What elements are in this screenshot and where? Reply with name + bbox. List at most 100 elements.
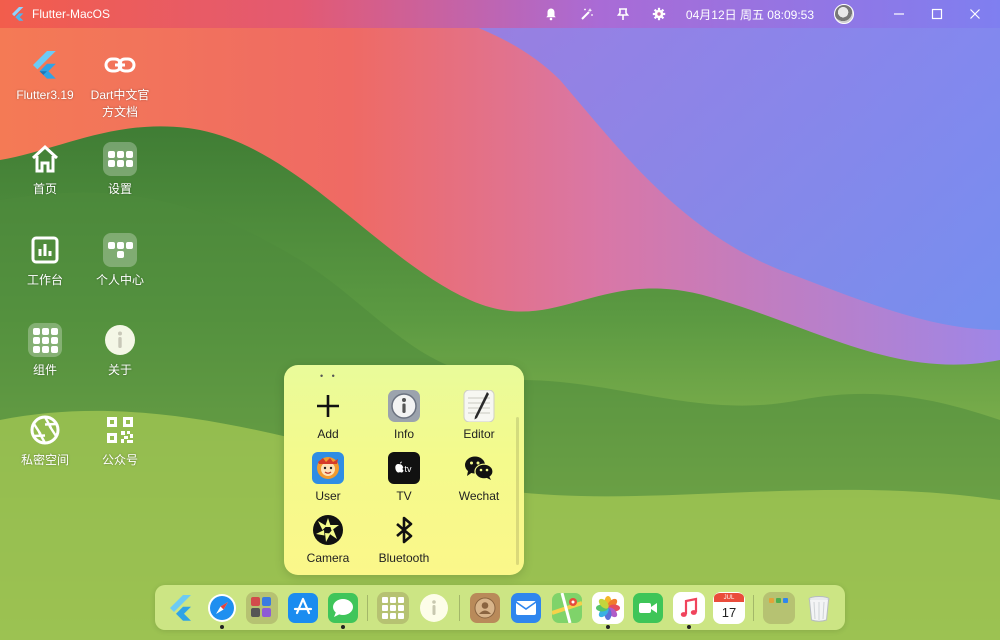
dock-item-apps-folder[interactable]: [246, 592, 278, 624]
drag-handle[interactable]: • •: [320, 371, 338, 381]
dock-item-flutter[interactable]: [165, 592, 197, 624]
dock-item-trash[interactable]: [803, 592, 835, 624]
minimize-icon[interactable]: [880, 0, 918, 28]
tools-folder-icon: [382, 597, 404, 619]
panel-item-tv[interactable]: tv TV: [366, 451, 442, 503]
running-indicator: [687, 625, 691, 629]
dock-separator: [459, 595, 460, 621]
dock-item-safari[interactable]: [206, 592, 238, 624]
desktop-item-label: 个人中心: [95, 273, 144, 287]
camera-aperture-icon: [311, 513, 345, 547]
desktop-item-home[interactable]: 首页: [7, 142, 83, 198]
desktop-item-settings[interactable]: 设置: [82, 142, 158, 198]
panel-item-add[interactable]: Add: [290, 389, 366, 441]
calendar-month: JUL: [723, 595, 735, 601]
editor-icon: [462, 389, 496, 423]
pin-icon[interactable]: [616, 7, 630, 21]
bell-icon[interactable]: [544, 7, 558, 21]
desktop-item-flutter[interactable]: Flutter3.19: [7, 48, 83, 104]
dock-item-messages[interactable]: [327, 592, 359, 624]
panel-item-bluetooth[interactable]: Bluetooth: [366, 513, 442, 565]
maps-icon: [552, 593, 582, 623]
panel-item-label: User: [315, 489, 341, 503]
desktop-item-official-account[interactable]: 公众号: [82, 413, 158, 469]
gear-icon[interactable]: [652, 7, 666, 21]
desktop-item-label: 组件: [32, 363, 57, 377]
desktop-item-label: 设置: [107, 182, 132, 196]
folder-icon: [769, 598, 788, 603]
info-icon: [103, 323, 137, 357]
panel-item-label: Camera: [306, 551, 350, 565]
home-icon: [28, 142, 62, 176]
contacts-icon: [470, 593, 500, 623]
dock-item-app-store[interactable]: [287, 592, 319, 624]
dock-item-tools-folder[interactable]: [377, 592, 409, 624]
maximize-icon[interactable]: [918, 0, 956, 28]
desktop-item-label: Dart中文官方文档: [90, 88, 150, 119]
dock-item-contacts[interactable]: [469, 592, 501, 624]
dock-item-facetime[interactable]: [632, 592, 664, 624]
desktop-item-workbench[interactable]: 工作台: [7, 233, 83, 289]
dock-item-photos[interactable]: [592, 592, 624, 624]
message-bubble-icon: [328, 593, 358, 623]
info-icon: [420, 594, 448, 622]
dock-item-maps[interactable]: [551, 592, 583, 624]
aperture-icon: [28, 413, 62, 447]
wechat-icon: [462, 451, 496, 485]
dock-separator: [367, 595, 368, 621]
datetime-display: 04月12日 周五 08:09:53: [685, 7, 814, 22]
flutter-logo-icon: [28, 48, 62, 82]
link-icon: [103, 48, 137, 82]
profile-folder-icon: [103, 233, 137, 267]
desktop-item-profile[interactable]: 个人中心: [82, 233, 158, 289]
app-store-icon: [288, 593, 318, 623]
panel-item-info[interactable]: Info: [366, 389, 442, 441]
mail-icon: [511, 593, 541, 623]
panel-item-camera[interactable]: Camera: [290, 513, 366, 565]
dock-item-downloads-folder[interactable]: [763, 592, 795, 624]
panel-item-label: Bluetooth: [378, 551, 430, 565]
dock-item-calendar[interactable]: JUL 17: [713, 592, 745, 624]
video-camera-icon: [633, 593, 663, 623]
desktop-item-label: 私密空间: [20, 453, 69, 467]
apple-tv-icon: tv: [387, 451, 421, 485]
desktop-item-about[interactable]: 关于: [82, 323, 158, 379]
panel-item-label: Editor: [463, 427, 495, 441]
chart-board-icon: [28, 233, 62, 267]
dock-item-music[interactable]: [673, 592, 705, 624]
close-icon[interactable]: [956, 0, 994, 28]
panel-item-wechat[interactable]: Wechat: [441, 451, 517, 503]
magic-wand-icon[interactable]: [580, 7, 594, 21]
desktop-item-private-space[interactable]: 私密空间: [7, 413, 83, 469]
desktop-item-label: Flutter3.19: [16, 88, 74, 102]
flutter-logo-icon: [10, 6, 26, 22]
running-indicator: [220, 625, 224, 629]
apps-folder-icon: [251, 597, 271, 617]
desktop-item-dart-docs[interactable]: Dart中文官方文档: [82, 48, 158, 121]
qr-code-icon: [103, 413, 137, 447]
compass-icon: [208, 594, 236, 622]
user-icon: [311, 451, 345, 485]
info-icon: [387, 389, 421, 423]
app-title: Flutter-MacOS: [32, 7, 111, 21]
dock-item-mail[interactable]: [510, 592, 542, 624]
dock-separator: [753, 595, 754, 621]
settings-folder-icon: [103, 142, 137, 176]
title-bar: Flutter-MacOS 04月12日 周五 08:09:53: [0, 0, 1000, 28]
bluetooth-icon: [387, 513, 421, 547]
desktop-item-label: 关于: [107, 363, 132, 377]
panel-item-user[interactable]: User: [290, 451, 366, 503]
music-icon: [680, 597, 698, 617]
calendar-day: 17: [721, 605, 737, 620]
photos-icon: [596, 596, 620, 620]
avatar[interactable]: [834, 4, 854, 24]
panel-item-editor[interactable]: Editor: [441, 389, 517, 441]
running-indicator: [341, 625, 345, 629]
panel-item-label: Add: [317, 427, 339, 441]
plus-icon: [311, 389, 345, 423]
app-launcher-panel: • • Add Info Editor User tv TV Wechat Ca…: [284, 365, 524, 575]
panel-item-label: Wechat: [458, 489, 500, 503]
dock-item-info[interactable]: [418, 592, 450, 624]
desktop-item-components[interactable]: 组件: [7, 323, 83, 379]
running-indicator: [606, 625, 610, 629]
